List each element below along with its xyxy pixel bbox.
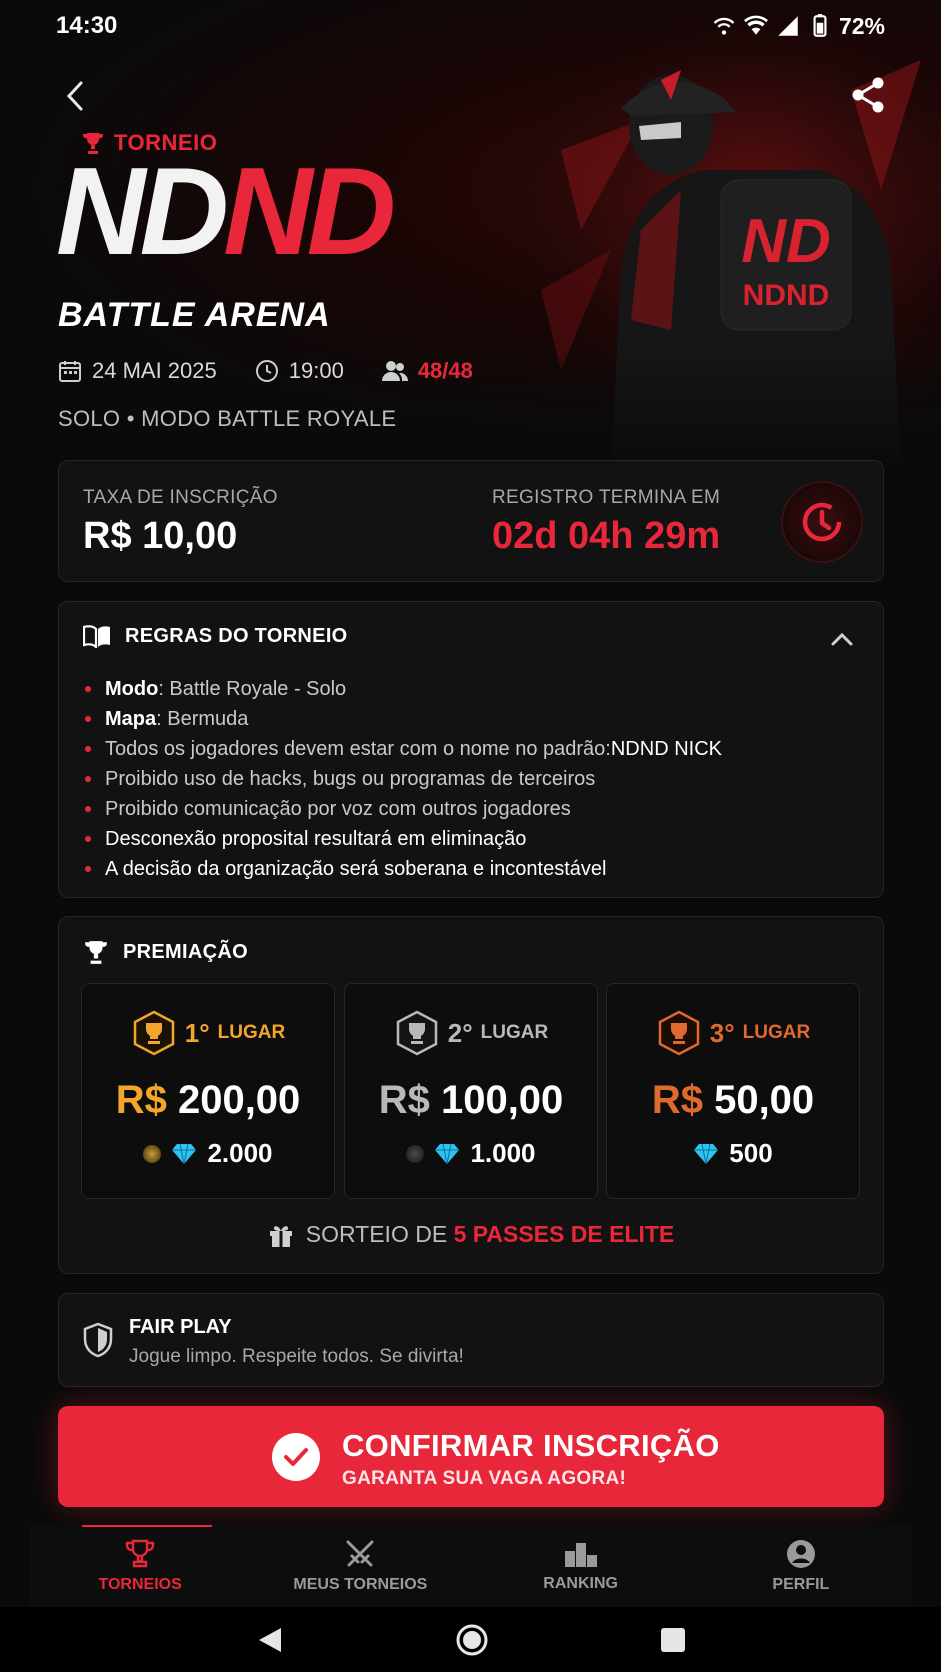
nav-item-meus-torneios[interactable]: MEUS TORNEIOS	[250, 1525, 470, 1607]
diamond-icon	[694, 1143, 719, 1164]
battery-icon	[813, 14, 827, 37]
rules-list: Modo: Battle Royale - Solo Mapa: Bermuda…	[85, 674, 722, 884]
prize-header: PREMIAÇÃO	[83, 939, 248, 965]
diamond-icon	[172, 1143, 197, 1164]
share-icon	[852, 77, 884, 113]
tournament-subtitle: BATTLE ARENA	[58, 296, 331, 334]
fee-info: TAXA DE INSCRIÇÃO R$ 10,00	[83, 487, 278, 558]
place-header: 1° LUGAR	[82, 1010, 334, 1056]
rules-card: REGRAS DO TORNEIO Modo: Battle Royale - …	[58, 601, 884, 898]
date-info: 24 MAI 2025	[58, 358, 217, 384]
back-triangle-icon[interactable]	[255, 1625, 285, 1655]
prize-amount: R$ 100,00	[378, 1078, 564, 1122]
bottom-navigation: TORNEIOS MEUS TORNEIOS RANKING PERFIL	[30, 1525, 911, 1607]
share-button[interactable]	[850, 76, 886, 114]
status-time: 14:30	[56, 12, 118, 39]
wifi-icon	[744, 15, 768, 35]
hotspot-icon	[713, 17, 735, 35]
system-navigation-bar	[0, 1607, 941, 1672]
fee-value: R$ 10,00	[83, 515, 238, 557]
rules-header: REGRAS DO TORNEIO	[83, 624, 348, 648]
prize-title: PREMIAÇÃO	[123, 940, 248, 963]
confirm-registration-button[interactable]: CONFIRMAR INSCRIÇÃO GARANTA SUA VAGA AGO…	[58, 1406, 884, 1507]
deadline-countdown: 02d 04h 29m	[492, 515, 721, 557]
raffle-info: SORTEIO DE 5 PASSES DE ELITE	[59, 1221, 883, 1248]
chevron-up-icon[interactable]	[829, 626, 855, 652]
mode-line: SOLO • MODO BATTLE ROYALE	[58, 406, 397, 431]
rule-item: Desconexão proposital resultará em elimi…	[85, 824, 722, 854]
time-info: 19:00	[255, 358, 344, 384]
prize-amount: R$ 50,00	[651, 1078, 815, 1122]
book-icon	[83, 625, 110, 648]
cta-title: CONFIRMAR INSCRIÇÃO	[342, 1428, 720, 1463]
fair-play-text: Jogue limpo. Respeite todos. Se divirta!	[129, 1346, 464, 1367]
users-icon	[381, 361, 408, 381]
prize-card: PREMIAÇÃO 1° LUGAR R$ 200,00 2.000 2° LU…	[58, 916, 884, 1274]
chevron-left-icon	[66, 81, 83, 111]
home-circle-icon[interactable]	[455, 1623, 489, 1657]
players-count: 48/48	[417, 358, 473, 383]
nav-item-ranking[interactable]: RANKING	[471, 1525, 691, 1607]
rule-item: A decisão da organização será soberana e…	[85, 854, 722, 884]
clock-icon	[255, 360, 278, 382]
back-button[interactable]	[60, 78, 90, 114]
silver-trophy-badge-icon	[396, 1010, 438, 1056]
timer-badge	[783, 483, 861, 561]
calendar-icon	[59, 361, 81, 382]
deadline-label: REGISTRO TERMINA EM	[492, 487, 721, 508]
status-icons: 72%	[711, 13, 885, 40]
players-info: 48/48	[381, 358, 473, 384]
bronze-trophy-badge-icon	[658, 1010, 700, 1056]
trophy-icon	[85, 941, 107, 964]
coin-icon	[143, 1144, 162, 1163]
date-text: 24 MAI 2025	[92, 358, 217, 383]
cta-subtitle: GARANTA SUA VAGA AGORA!	[342, 1468, 627, 1489]
svg-text:NDND: NDND	[743, 279, 830, 312]
rule-item: Modo: Battle Royale - Solo	[85, 674, 722, 704]
tournament-title: NDND	[56, 143, 396, 281]
deadline-info: REGISTRO TERMINA EM 02d 04h 29m	[492, 487, 720, 558]
rules-title: REGRAS DO TORNEIO	[125, 624, 348, 647]
prize-first-place: 1° LUGAR R$ 200,00 2.000	[81, 983, 335, 1199]
rule-item: Mapa: Bermuda	[85, 704, 722, 734]
rule-item: Proibido comunicação por voz com outros …	[85, 794, 722, 824]
recents-square-icon[interactable]	[659, 1626, 687, 1654]
rule-item: Todos os jogadores devem estar com o nom…	[85, 734, 722, 764]
crossed-swords-icon	[346, 1540, 374, 1567]
user-icon	[786, 1540, 815, 1568]
gold-trophy-badge-icon	[133, 1010, 175, 1056]
check-icon	[272, 1433, 320, 1481]
nav-item-torneios[interactable]: TORNEIOS	[30, 1525, 250, 1607]
prize-third-place: 3° LUGAR R$ 50,00 500	[606, 983, 860, 1199]
trophy-icon	[125, 1539, 155, 1568]
diamond-icon	[435, 1143, 460, 1164]
timer-icon	[802, 502, 842, 542]
nav-item-perfil[interactable]: PERFIL	[691, 1525, 911, 1607]
place-header: 3° LUGAR	[607, 1010, 859, 1056]
rule-item: Proibido uso de hacks, bugs ou programas…	[85, 764, 722, 794]
diamond-reward: 500	[607, 1138, 859, 1169]
gift-icon	[269, 1225, 292, 1247]
place-header: 2° LUGAR	[345, 1010, 597, 1056]
fee-label: TAXA DE INSCRIÇÃO	[83, 487, 278, 508]
podium-icon	[564, 1543, 597, 1567]
shield-icon	[83, 1322, 113, 1358]
tournament-meta: 24 MAI 2025 19:00 48/48	[58, 358, 511, 384]
coin-icon	[406, 1144, 425, 1163]
diamond-reward: 1.000	[345, 1138, 597, 1169]
fair-play-card: FAIR PLAY Jogue limpo. Respeite todos. S…	[58, 1293, 884, 1387]
fair-play-title: FAIR PLAY	[129, 1316, 232, 1338]
battery-level: 72%	[838, 12, 885, 39]
prize-amount: R$ 200,00	[115, 1078, 301, 1122]
time-text: 19:00	[288, 358, 344, 383]
svg-text:ND: ND	[741, 207, 831, 276]
registration-fee-card: TAXA DE INSCRIÇÃO R$ 10,00 REGISTRO TERM…	[58, 460, 884, 582]
status-bar: 14:30 72%	[0, 0, 941, 52]
prize-second-place: 2° LUGAR R$ 100,00 1.000	[344, 983, 598, 1199]
signal-icon	[778, 16, 798, 36]
diamond-reward: 2.000	[82, 1138, 334, 1169]
